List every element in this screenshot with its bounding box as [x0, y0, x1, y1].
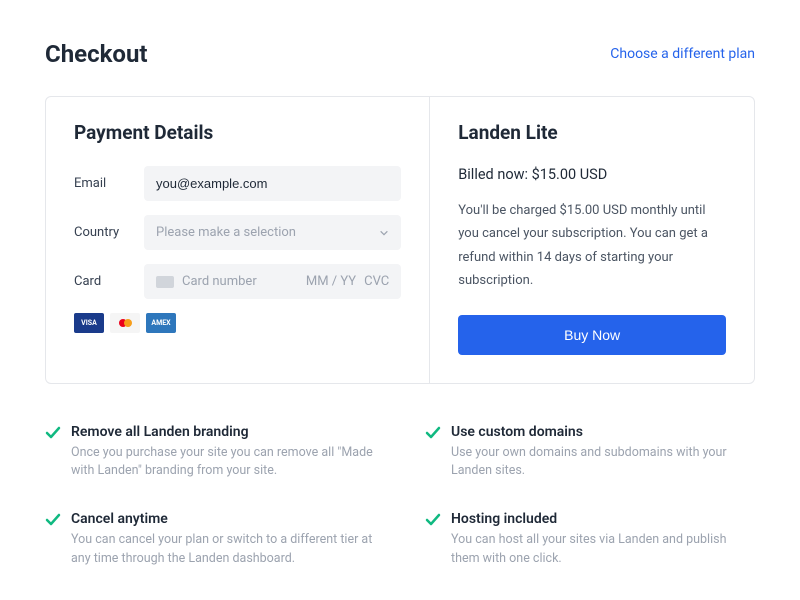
country-select-placeholder: Please make a selection: [156, 225, 296, 240]
feature-title: Use custom domains: [451, 424, 755, 440]
payment-details-panel: Payment Details Email Country Please mak…: [46, 97, 430, 383]
check-icon: [45, 512, 61, 528]
feature-item: Hosting included You can host all your s…: [425, 511, 755, 569]
card-expiry-placeholder: MM / YY: [306, 274, 356, 289]
amex-icon: AMEX: [146, 313, 176, 333]
plan-summary-panel: Landen Lite Billed now: $15.00 USD You'l…: [430, 97, 754, 383]
billed-now-text: Billed now: $15.00 USD: [458, 166, 726, 183]
email-label: Email: [74, 176, 144, 191]
feature-title: Hosting included: [451, 511, 755, 527]
feature-title: Remove all Landen branding: [71, 424, 375, 440]
payment-details-title: Payment Details: [74, 121, 401, 144]
mastercard-icon: [110, 313, 140, 333]
feature-description: Use your own domains and subdomains with…: [451, 444, 755, 482]
checkout-card: Payment Details Email Country Please mak…: [45, 96, 755, 384]
card-input[interactable]: Card number MM / YY CVC: [144, 264, 401, 299]
choose-different-plan-link[interactable]: Choose a different plan: [610, 46, 755, 62]
card-brand-icons: VISA AMEX: [74, 313, 401, 333]
feature-description: Once you purchase your site you can remo…: [71, 444, 375, 482]
email-field[interactable]: [144, 166, 401, 201]
card-label: Card: [74, 274, 144, 289]
page-title: Checkout: [45, 40, 148, 68]
feature-item: Remove all Landen branding Once you purc…: [45, 424, 375, 482]
billing-description: You'll be charged $15.00 USD monthly unt…: [458, 199, 726, 293]
plan-name: Landen Lite: [458, 121, 726, 144]
feature-item: Use custom domains Use your own domains …: [425, 424, 755, 482]
country-label: Country: [74, 225, 144, 240]
visa-icon: VISA: [74, 313, 104, 333]
check-icon: [425, 512, 441, 528]
feature-description: You can host all your sites via Landen a…: [451, 531, 755, 569]
feature-description: You can cancel your plan or switch to a …: [71, 531, 375, 569]
chevron-down-icon: [379, 228, 389, 238]
card-cvc-placeholder: CVC: [364, 274, 389, 289]
country-select[interactable]: Please make a selection: [144, 215, 401, 250]
feature-title: Cancel anytime: [71, 511, 375, 527]
card-icon: [156, 276, 174, 288]
feature-item: Cancel anytime You can cancel your plan …: [45, 511, 375, 569]
card-number-placeholder: Card number: [182, 274, 298, 289]
features-grid: Remove all Landen branding Once you purc…: [45, 424, 755, 569]
check-icon: [425, 425, 441, 441]
buy-now-button[interactable]: Buy Now: [458, 315, 726, 355]
check-icon: [45, 425, 61, 441]
